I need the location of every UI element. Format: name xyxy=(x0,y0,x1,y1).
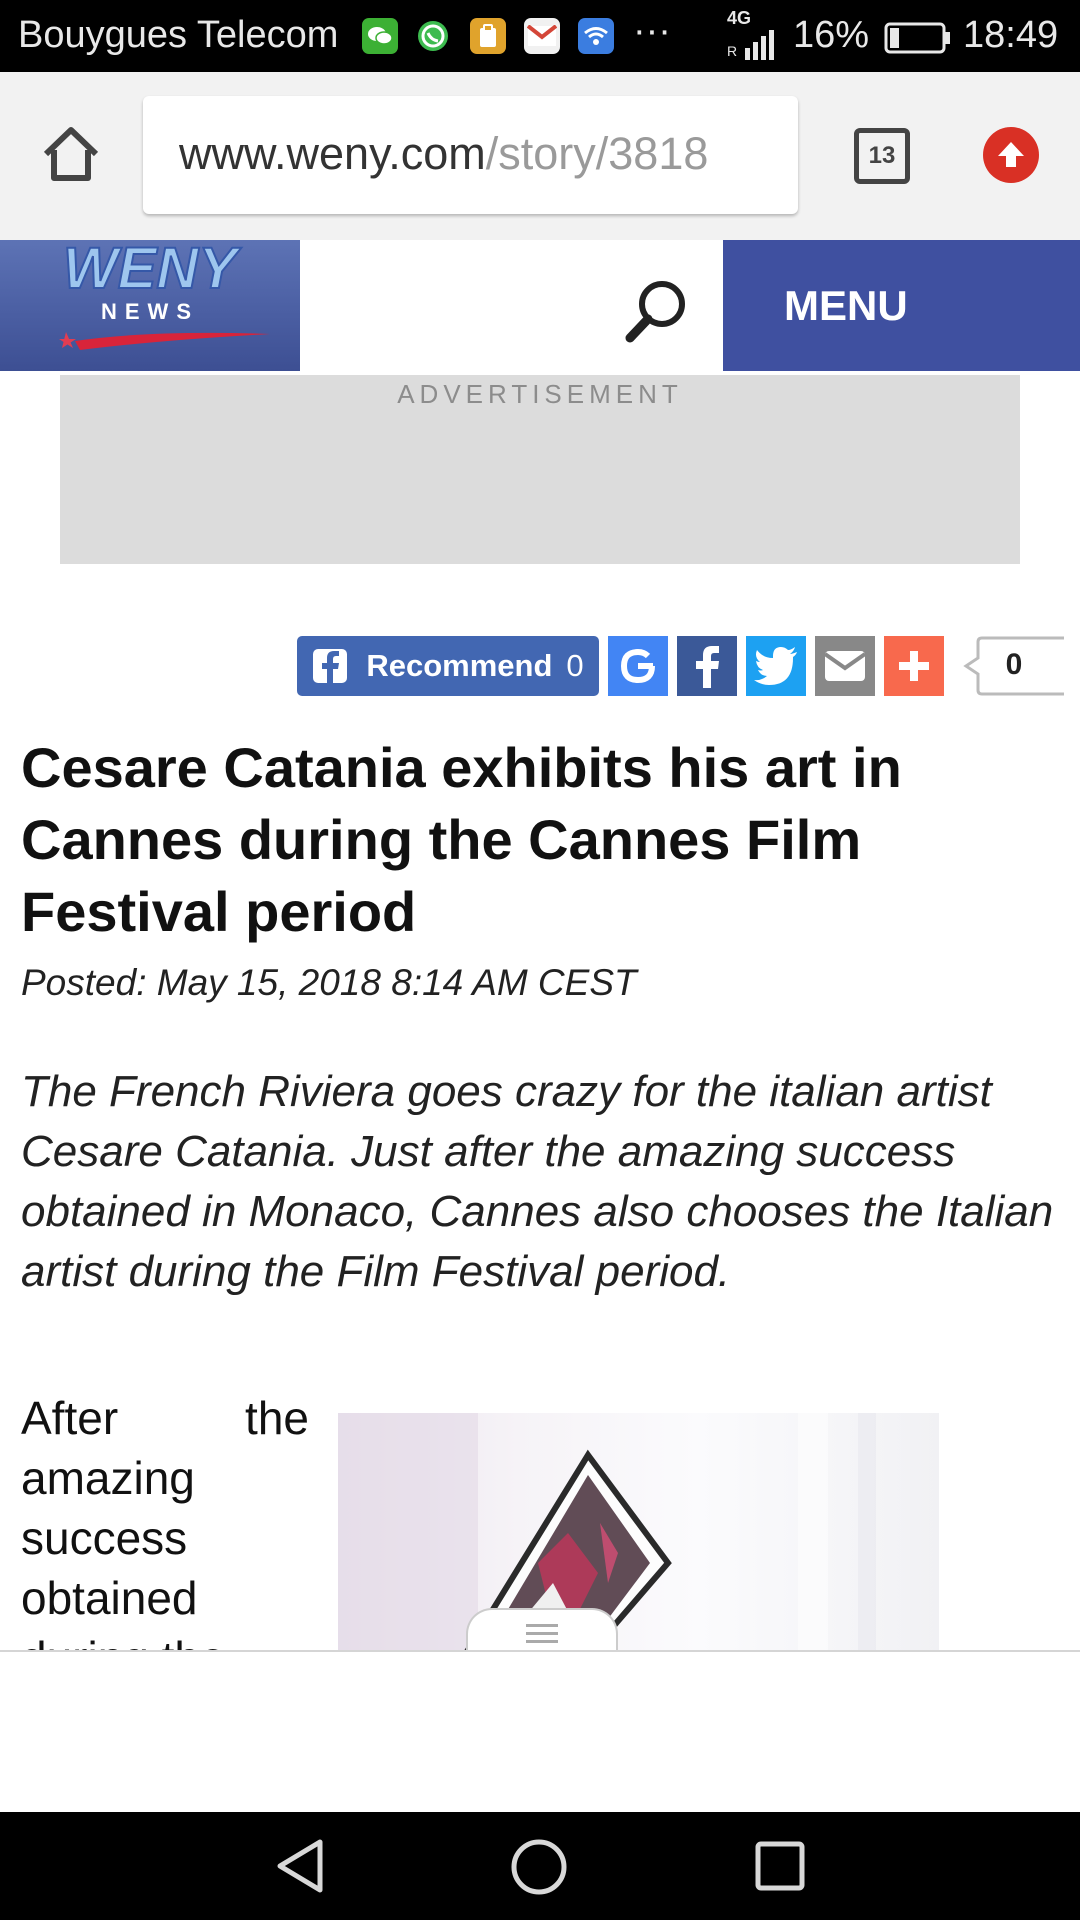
recommend-count: 0 xyxy=(566,648,584,683)
back-icon[interactable] xyxy=(272,1838,328,1899)
home-icon[interactable] xyxy=(38,122,104,188)
tabs-button[interactable]: 13 xyxy=(854,128,910,184)
search-icon[interactable] xyxy=(622,274,694,351)
address-bar[interactable]: www.weny.com/story/3818 xyxy=(143,96,798,214)
twitter-share-icon[interactable] xyxy=(746,636,806,696)
share-count-bubble: 0 xyxy=(960,636,1064,696)
svg-text:NEWS: NEWS xyxy=(101,299,199,324)
wifi-icon xyxy=(578,18,614,54)
home-circle-icon[interactable] xyxy=(510,1838,568,1901)
svg-text:R: R xyxy=(727,43,737,59)
article-headline: Cesare Catania exhibits his art in Canne… xyxy=(21,736,902,943)
bottom-sheet xyxy=(0,1650,1080,1814)
status-bar: Bouygues Telecom ··· 4G R 16% 18:49 xyxy=(0,0,1080,72)
upload-icon[interactable] xyxy=(983,127,1039,183)
signal-icon: R xyxy=(727,30,777,67)
email-share-icon[interactable] xyxy=(815,636,875,696)
gmail-icon xyxy=(524,18,560,54)
battery-percent: 16% xyxy=(793,14,870,56)
carrier-name: Bouygues Telecom xyxy=(18,14,339,56)
whatsapp-icon xyxy=(415,18,451,54)
bottom-sheet-handle[interactable] xyxy=(466,1608,618,1654)
weny-news-logo[interactable]: WENY NEWS xyxy=(0,235,300,371)
article-body: After the amazing success obtained durin… xyxy=(21,1392,309,1650)
tab-count: 13 xyxy=(868,142,896,169)
facebook-share-icon[interactable] xyxy=(677,636,737,696)
url-text: www.weny.com/story/3818 xyxy=(179,128,709,179)
article-lede: The French Riviera goes crazy for the it… xyxy=(21,1067,1054,1296)
drag-handle-icon xyxy=(526,1624,558,1643)
site-header: WENY NEWS MENU xyxy=(0,235,1080,371)
battery-icon xyxy=(884,22,952,59)
recents-square-icon[interactable] xyxy=(754,1840,806,1897)
share-count: 0 xyxy=(1005,648,1023,681)
site-search-field[interactable] xyxy=(300,240,723,371)
svg-text:WENY: WENY xyxy=(63,240,242,301)
facebook-recommend-button[interactable]: Recommend 0 xyxy=(297,636,599,696)
posted-date: Posted: May 15, 2018 8:14 AM CEST xyxy=(21,962,637,1003)
addthis-plus-icon[interactable] xyxy=(884,636,944,696)
menu-label: MENU xyxy=(784,281,908,329)
advertisement-label: ADVERTISEMENT xyxy=(397,379,683,409)
article-photo[interactable] xyxy=(338,1413,939,1650)
network-type: 4G xyxy=(727,8,752,28)
recommend-label: Recommend xyxy=(366,648,553,683)
facebook-like-icon xyxy=(313,649,348,684)
advertisement-slot[interactable]: ADVERTISEMENT xyxy=(60,375,1020,564)
system-navigation-bar xyxy=(0,1812,1080,1920)
clock: 18:49 xyxy=(963,14,1059,56)
menu-button[interactable]: MENU xyxy=(723,240,1080,371)
browser-toolbar: www.weny.com/story/3818 13 xyxy=(0,72,1080,241)
wechat-icon xyxy=(362,18,398,54)
more-notifications: ··· xyxy=(633,10,671,52)
google-share-icon[interactable] xyxy=(608,636,668,696)
clipboard-icon xyxy=(470,18,506,54)
